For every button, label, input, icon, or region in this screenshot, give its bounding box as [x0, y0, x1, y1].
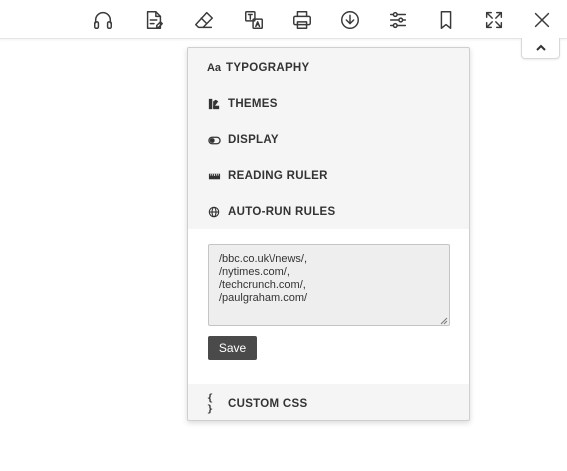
typography-icon: Aa [206, 62, 222, 74]
settings-panel: Aa TYPOGRAPHY THEMES DISPLAY READING RUL… [187, 47, 470, 421]
code-braces-icon: { } [207, 393, 214, 415]
print-icon[interactable] [290, 8, 314, 32]
toggle-icon [207, 133, 221, 147]
ruler-icon [207, 169, 221, 183]
menu-item-custom-css[interactable]: { } CUSTOM CSS [188, 386, 469, 422]
palette-icon [207, 97, 221, 111]
bookmark-icon[interactable] [434, 8, 458, 32]
menu-item-label: READING RULER [228, 170, 328, 182]
menu-item-themes[interactable]: THEMES [188, 86, 469, 122]
close-icon[interactable] [530, 8, 554, 32]
sliders-icon[interactable] [386, 8, 410, 32]
eraser-icon[interactable] [192, 8, 216, 32]
translate-icon[interactable] [242, 8, 266, 32]
menu-item-label: TYPOGRAPHY [226, 62, 310, 74]
headphones-icon[interactable] [91, 8, 115, 32]
auto-run-rules-section: Save [188, 229, 469, 384]
menu-item-display[interactable]: DISPLAY [188, 122, 469, 158]
menu-item-typography[interactable]: Aa TYPOGRAPHY [188, 50, 469, 86]
menu-item-label: AUTO-RUN RULES [228, 206, 336, 218]
auto-run-rules-input[interactable] [208, 244, 450, 326]
resize-grip-icon[interactable] [440, 317, 448, 325]
menu-item-reading-ruler[interactable]: READING RULER [188, 158, 469, 194]
menu-item-label: CUSTOM CSS [228, 398, 308, 410]
edit-document-icon[interactable] [142, 8, 166, 32]
menu-item-auto-run-rules[interactable]: AUTO-RUN RULES [188, 194, 469, 230]
menu-item-label: DISPLAY [228, 134, 279, 146]
save-button[interactable]: Save [208, 336, 257, 360]
globe-icon [207, 205, 221, 219]
download-icon[interactable] [338, 8, 362, 32]
chevron-up-icon [535, 44, 546, 51]
fullscreen-icon[interactable] [482, 8, 506, 32]
reader-toolbar [0, 0, 567, 39]
menu-item-label: THEMES [228, 98, 278, 110]
collapse-toolbar-button[interactable] [521, 38, 560, 59]
